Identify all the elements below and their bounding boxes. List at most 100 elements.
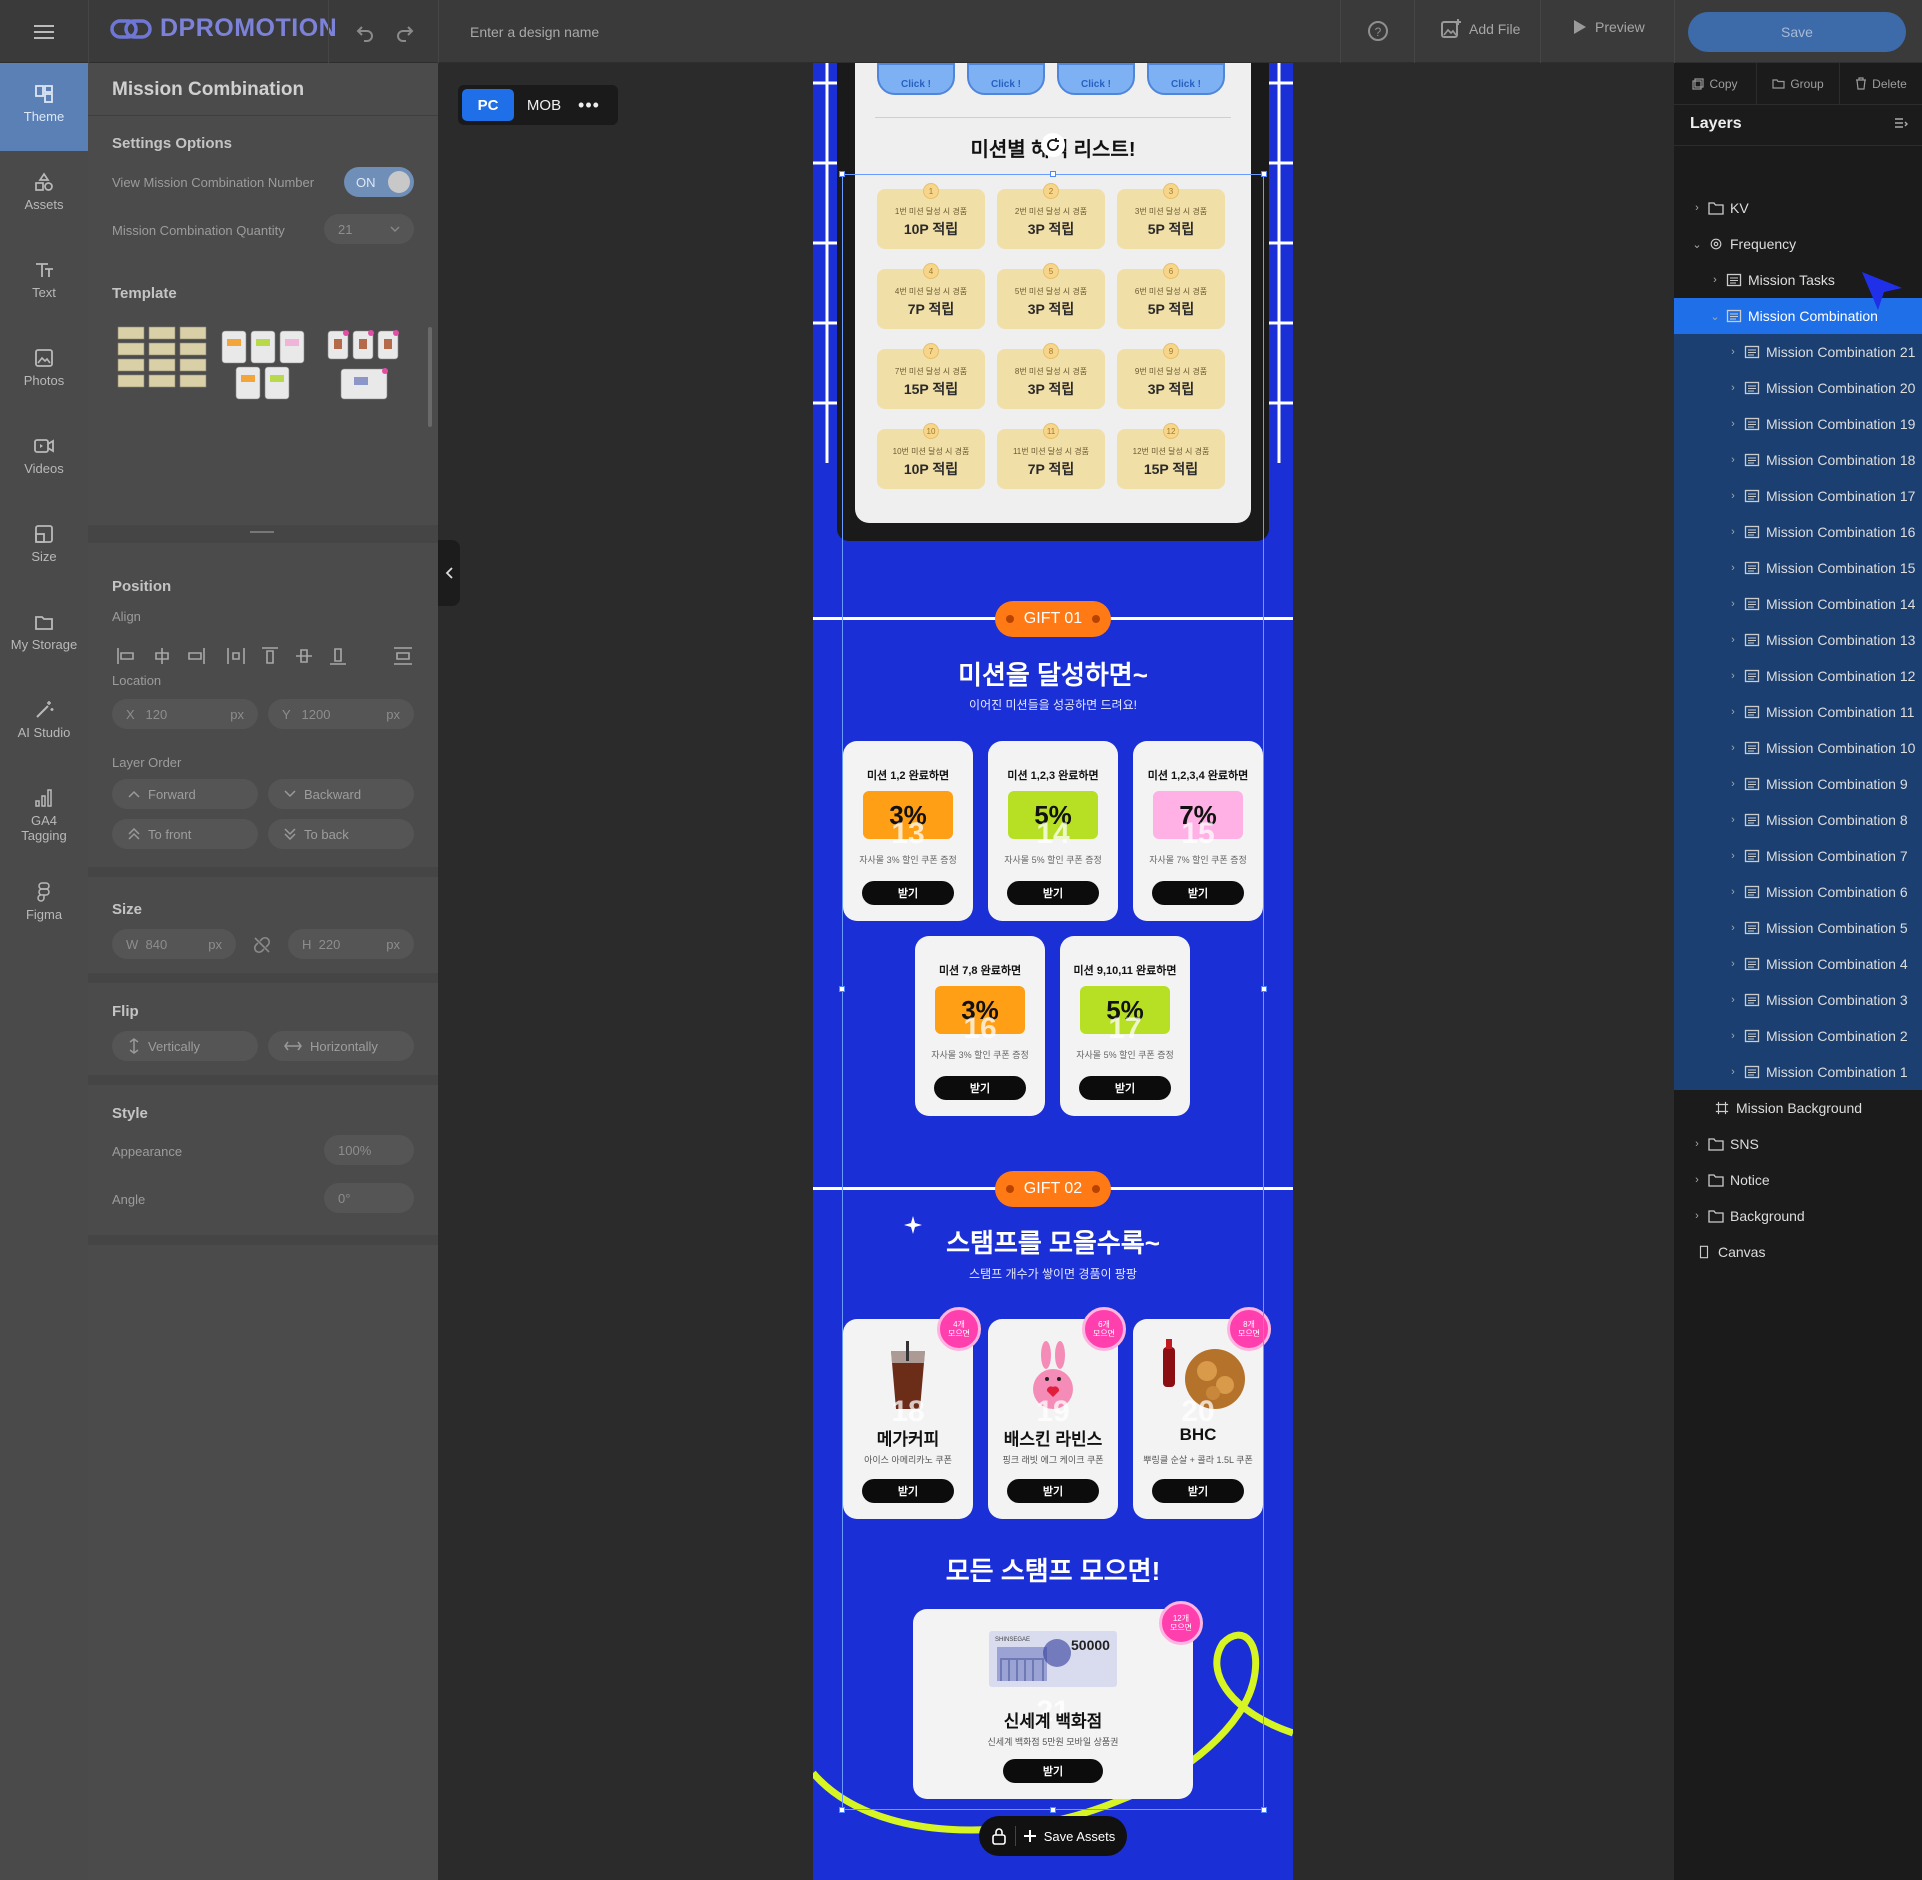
layer-row[interactable]: › Mission Combination 5	[1674, 910, 1922, 946]
layer-row[interactable]: › Notice	[1674, 1162, 1922, 1198]
to-back-button[interactable]: To back	[268, 819, 414, 849]
coupon-get-button[interactable]: 받기	[1152, 881, 1244, 905]
align-toolbar[interactable]	[116, 645, 346, 667]
top-pill-4[interactable]: Click !	[1147, 63, 1225, 95]
chevron-right-icon[interactable]: ›	[1726, 850, 1740, 862]
chevron-right-icon[interactable]: ›	[1690, 1138, 1704, 1150]
flip-horizontal-button[interactable]: Horizontally	[268, 1031, 414, 1061]
backward-button[interactable]: Backward	[268, 779, 414, 809]
to-front-button[interactable]: To front	[112, 819, 258, 849]
chevron-right-icon[interactable]: ›	[1726, 1066, 1740, 1078]
top-pill-2[interactable]: Click !	[967, 63, 1045, 95]
final-get-button[interactable]: 받기	[1003, 1759, 1103, 1783]
template-thumb-coupons[interactable]	[220, 329, 306, 403]
chevron-right-icon[interactable]: ›	[1726, 490, 1740, 502]
stamp-get-button[interactable]: 받기	[1152, 1479, 1244, 1503]
height-input[interactable]: H 220 px	[288, 929, 414, 959]
layer-row[interactable]: › Mission Combination 2	[1674, 1018, 1922, 1054]
x-input[interactable]: X 120 px	[112, 699, 258, 729]
layer-row[interactable]: › Mission Combination 8	[1674, 802, 1922, 838]
layer-row[interactable]: › Mission Combination 21	[1674, 334, 1922, 370]
chevron-right-icon[interactable]: ›	[1690, 1174, 1704, 1186]
layer-row[interactable]: › Mission Combination 3	[1674, 982, 1922, 1018]
tab-mob[interactable]: MOB	[518, 89, 570, 121]
layer-row[interactable]: › Mission Combination 9	[1674, 766, 1922, 802]
chevron-right-icon[interactable]: ›	[1726, 814, 1740, 826]
layer-row[interactable]: › Mission Combination 10	[1674, 730, 1922, 766]
chevron-right-icon[interactable]: ›	[1726, 598, 1740, 610]
rotate-handle[interactable]	[1041, 133, 1065, 157]
quantity-select[interactable]: 21	[324, 214, 414, 244]
chevron-right-icon[interactable]: ›	[1726, 922, 1740, 934]
chevron-right-icon[interactable]: ›	[1726, 670, 1740, 682]
layer-row[interactable]: › Mission Combination 7	[1674, 838, 1922, 874]
layer-row[interactable]: › Mission Combination 19	[1674, 406, 1922, 442]
template-thumb-grid[interactable]	[116, 325, 208, 401]
redo-icon[interactable]	[393, 20, 417, 44]
copy-button[interactable]: Copy	[1674, 63, 1757, 104]
layer-row[interactable]: › Mission Combination 15	[1674, 550, 1922, 586]
coupon-get-button[interactable]: 받기	[862, 881, 954, 905]
rail-size[interactable]: Size	[0, 515, 88, 591]
chevron-right-icon[interactable]: ›	[1726, 418, 1740, 430]
rail-ai-studio[interactable]: AI Studio	[0, 691, 88, 767]
y-input[interactable]: Y 1200 px	[268, 699, 414, 729]
chevron-right-icon[interactable]: ›	[1726, 562, 1740, 574]
add-file-button[interactable]: Add File	[1440, 18, 1520, 40]
chevron-right-icon[interactable]: ›	[1726, 886, 1740, 898]
layer-row[interactable]: › Mission Combination 11	[1674, 694, 1922, 730]
chevron-right-icon[interactable]: ›	[1726, 706, 1740, 718]
chevron-right-icon[interactable]: ›	[1726, 994, 1740, 1006]
chevron-right-icon[interactable]: ›	[1726, 958, 1740, 970]
rail-my-storage[interactable]: My Storage	[0, 603, 88, 679]
chevron-right-icon[interactable]: ›	[1726, 634, 1740, 646]
rail-photos[interactable]: Photos	[0, 339, 88, 415]
angle-input[interactable]: 0°	[324, 1183, 414, 1213]
canvas-area[interactable]: PC MOB ••• Click ! Click ! Click ! Click…	[438, 63, 1674, 1880]
chevron-down-icon[interactable]: ⌄	[1708, 310, 1722, 323]
top-pill-1[interactable]: Click !	[877, 63, 955, 95]
collapse-panel-button[interactable]	[438, 540, 460, 606]
save-assets-button[interactable]: Save Assets	[979, 1816, 1127, 1856]
preview-button[interactable]: Preview	[1570, 18, 1645, 36]
rail-figma[interactable]: Figma	[0, 873, 88, 949]
layer-row[interactable]: › Mission Combination 12	[1674, 658, 1922, 694]
flip-vertical-button[interactable]: Vertically	[112, 1031, 258, 1061]
layer-row[interactable]: ⌄ Frequency	[1674, 226, 1922, 262]
layer-row[interactable]: › Background	[1674, 1198, 1922, 1234]
chevron-right-icon[interactable]: ›	[1726, 1030, 1740, 1042]
chevron-right-icon[interactable]: ›	[1708, 274, 1722, 286]
unlink-icon[interactable]	[252, 935, 272, 955]
chevron-right-icon[interactable]: ›	[1726, 454, 1740, 466]
chevron-right-icon[interactable]: ›	[1690, 202, 1704, 214]
chevron-right-icon[interactable]: ›	[1726, 778, 1740, 790]
layer-row[interactable]: › KV	[1674, 190, 1922, 226]
chevron-right-icon[interactable]: ›	[1726, 742, 1740, 754]
chevron-right-icon[interactable]: ›	[1690, 1210, 1704, 1222]
layer-row[interactable]: Canvas	[1674, 1234, 1922, 1270]
distribute-v-icon[interactable]	[392, 645, 414, 667]
artboard[interactable]: Click ! Click ! Click ! Click ! 미션별 혜택 리…	[813, 63, 1293, 1880]
template-thumb-stamps[interactable]	[326, 327, 402, 403]
menu-button[interactable]	[0, 0, 88, 63]
chevron-down-icon[interactable]: ⌄	[1690, 238, 1704, 251]
layer-row[interactable]: › Mission Combination 1	[1674, 1054, 1922, 1090]
layer-row[interactable]: › Mission Combination 20	[1674, 370, 1922, 406]
chevron-right-icon[interactable]: ›	[1726, 526, 1740, 538]
design-name-input[interactable]	[470, 20, 970, 44]
layer-row[interactable]: Mission Background	[1674, 1090, 1922, 1126]
tab-pc[interactable]: PC	[462, 89, 514, 121]
view-number-toggle[interactable]: ON	[344, 167, 414, 197]
layer-row[interactable]: › Mission Combination 4	[1674, 946, 1922, 982]
rail-theme[interactable]: Theme	[0, 63, 88, 151]
appearance-input[interactable]: 100%	[324, 1135, 414, 1165]
coupon-get-button[interactable]: 받기	[934, 1076, 1026, 1100]
rail-videos[interactable]: Videos	[0, 427, 88, 503]
layer-row[interactable]: › Mission Combination 14	[1674, 586, 1922, 622]
help-icon[interactable]: ?	[1366, 19, 1390, 43]
rail-ga4-tagging[interactable]: GA4 Tagging	[0, 779, 88, 855]
chevron-right-icon[interactable]: ›	[1726, 382, 1740, 394]
chevron-right-icon[interactable]: ›	[1726, 346, 1740, 358]
layer-row[interactable]: › Mission Combination 16	[1674, 514, 1922, 550]
group-button[interactable]: Group	[1757, 63, 1840, 104]
